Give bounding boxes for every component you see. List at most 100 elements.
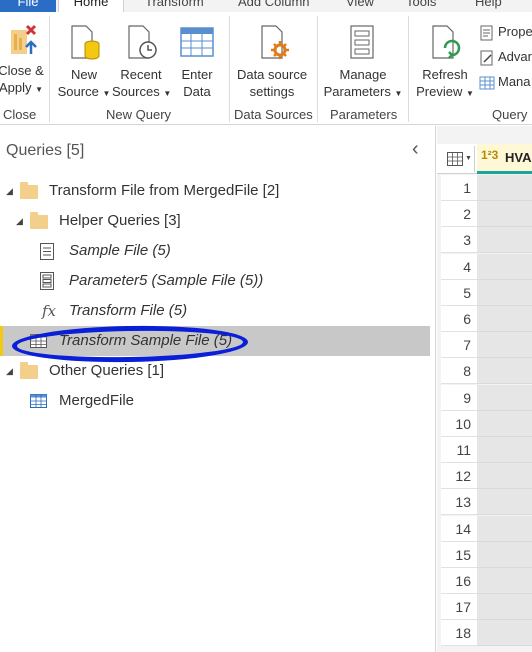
grid-cell[interactable] [477, 279, 532, 306]
row-number[interactable]: 7 [441, 332, 477, 359]
grid-cell[interactable] [477, 227, 532, 254]
expanded-triangle-icon[interactable]: ◢ [16, 206, 23, 236]
row-number[interactable]: 4 [441, 253, 477, 280]
tab-help[interactable]: Help [475, 0, 502, 12]
close-apply-label-line2: Apply [0, 80, 32, 95]
query-item-transform-file[interactable]: fx Transform File (5) [0, 296, 430, 326]
properties-button[interactable]: Prope [479, 22, 532, 42]
row-number[interactable]: 10 [441, 410, 477, 437]
grid-cell[interactable] [477, 306, 532, 332]
new-source-label-line1: New [70, 67, 97, 82]
query-group-helper-queries[interactable]: ◢ Helper Queries [3] [0, 206, 430, 236]
manage-button[interactable]: Mana [479, 72, 531, 92]
tab-view[interactable]: View [346, 0, 374, 12]
grid-header: ▼ 1²3 HVA [437, 144, 532, 174]
column-header-label: HVA [505, 150, 532, 165]
queries-pane: Queries [5] ‹ ◢ Transform File from Merg… [0, 126, 436, 652]
query-group-label: Transform File from MergedFile [2] [49, 182, 280, 199]
row-number[interactable]: 8 [441, 358, 477, 385]
row-number[interactable]: 17 [441, 594, 477, 621]
row-number[interactable]: 2 [441, 201, 477, 228]
recent-sources-button[interactable]: Recent Sources ▼ [112, 22, 171, 102]
recent-sources-label-line1: Recent [120, 67, 162, 82]
new-source-label-line2: Source [57, 84, 99, 99]
enter-data-label-line1: Enter [181, 67, 213, 82]
query-group-label: Helper Queries [3] [59, 212, 181, 229]
grid-cell[interactable] [477, 568, 532, 594]
ribbon-divider [408, 16, 409, 122]
table-menu-button[interactable]: ▼ [441, 146, 475, 172]
tab-transform[interactable]: Transform [145, 0, 204, 12]
close-apply-icon [11, 24, 37, 54]
grid-cell[interactable] [477, 515, 532, 542]
refresh-preview-button[interactable]: Refresh Preview ▼ [412, 22, 478, 102]
row-number[interactable]: 18 [441, 620, 477, 647]
grid-cell[interactable] [477, 384, 532, 411]
row-number[interactable]: 1 [441, 175, 477, 201]
advanced-editor-button[interactable]: Advar [479, 47, 532, 67]
manage-label: Mana [498, 74, 531, 89]
power-query-editor: File Home Transform Add Column View Tool… [0, 0, 532, 652]
new-source-button[interactable]: New Source ▼ [56, 22, 112, 102]
manage-parameters-icon [350, 25, 374, 59]
data-source-settings-button[interactable]: Data source settings [233, 22, 311, 100]
grid-cell[interactable] [477, 175, 532, 201]
table-grid-icon [180, 27, 214, 57]
row-number[interactable]: 5 [441, 279, 477, 306]
manage-parameters-button[interactable]: Manage Parameters ▼ [322, 22, 404, 102]
data-source-settings-label-line2: settings [249, 84, 295, 99]
row-number[interactable]: 14 [441, 515, 477, 542]
number-type-icon[interactable]: 1²3 [481, 148, 498, 162]
close-apply-button[interactable]: Close & Apply ▼ [0, 22, 48, 98]
group-label-new-query: New Query [106, 107, 172, 122]
parameter-icon [40, 272, 54, 290]
ribbon-tab-strip: File Home Transform Add Column View Tool… [0, 0, 532, 12]
folder-icon [30, 212, 48, 229]
row-number[interactable]: 6 [441, 306, 477, 332]
grid-cell[interactable] [477, 201, 532, 228]
grid-cell[interactable] [477, 410, 532, 437]
row-number[interactable]: 13 [441, 489, 477, 516]
expanded-triangle-icon[interactable]: ◢ [6, 176, 13, 206]
grid-cell[interactable] [477, 541, 532, 568]
row-number[interactable]: 16 [441, 568, 477, 594]
grid-cell[interactable] [477, 358, 532, 385]
grid-cell[interactable] [477, 253, 532, 280]
enter-data-label-line2: Data [183, 84, 211, 99]
advanced-editor-label: Advar [498, 49, 532, 64]
enter-data-button[interactable]: Enter Data [172, 22, 222, 100]
query-group-transform-file[interactable]: ◢ Transform File from MergedFile [2] [0, 176, 430, 206]
collapse-pane-icon[interactable]: ‹ [412, 138, 419, 161]
query-item-parameter5[interactable]: Parameter5 (Sample File (5)) [0, 266, 430, 296]
grid-cell[interactable] [477, 620, 532, 647]
grid-cell[interactable] [477, 463, 532, 490]
tab-add-column[interactable]: Add Column [238, 0, 310, 12]
folder-icon [20, 182, 38, 199]
row-number[interactable]: 11 [441, 437, 477, 463]
group-label-close: Close [3, 107, 37, 122]
table-icon [447, 152, 463, 166]
query-item-mergedfile[interactable]: MergedFile [0, 386, 430, 416]
query-group-other-queries[interactable]: ◢ Other Queries [1] [0, 356, 430, 386]
group-label-data-sources: Data Sources [234, 107, 313, 122]
grid-cell[interactable] [477, 437, 532, 463]
tab-tools[interactable]: Tools [406, 0, 436, 12]
row-number[interactable]: 12 [441, 463, 477, 490]
column-header[interactable]: 1²3 HVA [477, 144, 532, 174]
grid-cell[interactable] [477, 489, 532, 516]
row-number[interactable]: 15 [441, 541, 477, 568]
grid-cell[interactable] [477, 594, 532, 621]
query-item-sample-file[interactable]: Sample File (5) [0, 236, 430, 266]
folder-icon [20, 362, 38, 379]
recent-sources-icon [128, 25, 157, 59]
row-number[interactable]: 3 [441, 227, 477, 254]
grid-cell[interactable] [477, 332, 532, 359]
function-icon: fx [42, 302, 57, 320]
expanded-triangle-icon[interactable]: ◢ [6, 356, 13, 386]
table-icon [479, 76, 495, 90]
recent-sources-label-line2: Sources [112, 84, 160, 99]
tab-file[interactable]: File [0, 0, 56, 12]
row-number[interactable]: 9 [441, 384, 477, 411]
manage-parameters-label-line2: Parameters [323, 84, 391, 99]
tab-home[interactable]: Home [58, 0, 124, 12]
